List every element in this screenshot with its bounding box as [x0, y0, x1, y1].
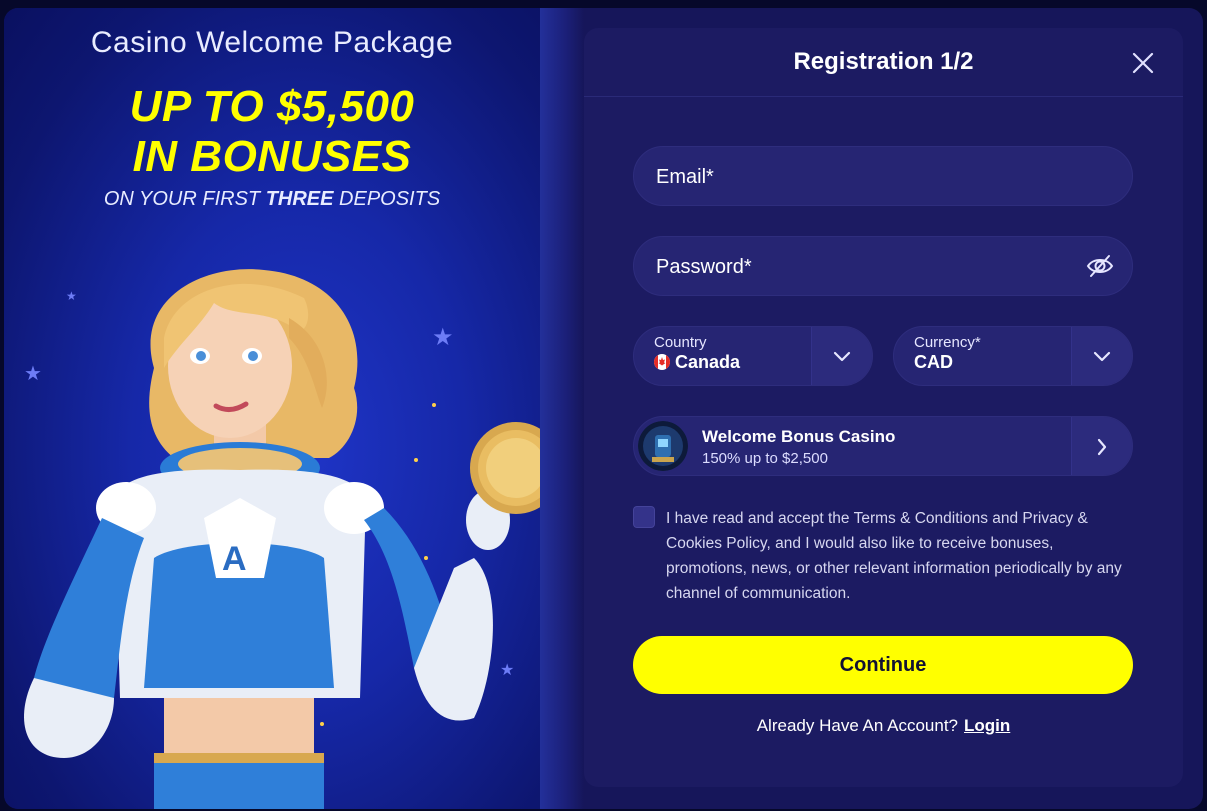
eye-slash-icon[interactable] [1086, 253, 1114, 279]
registration-form-panel: Registration 1/2 Country [584, 28, 1183, 787]
country-label: Country [654, 334, 707, 351]
canada-flag-icon [654, 354, 670, 370]
promo-banner: Casino Welcome Package UP TO $5,500 IN B… [4, 8, 540, 809]
login-prompt-row: Already Have An Account? Login [584, 716, 1183, 736]
email-field [633, 146, 1133, 207]
currency-value: CAD [914, 352, 953, 372]
promo-edge-glow [540, 8, 584, 809]
bonus-expand-button[interactable] [1071, 417, 1132, 475]
bonus-title: Welcome Bonus Casino [702, 427, 896, 446]
email-input[interactable] [654, 147, 1078, 207]
close-icon[interactable] [1130, 50, 1156, 76]
terms-checkbox[interactable] [633, 506, 655, 528]
currency-dropdown-button[interactable] [1071, 327, 1132, 385]
svg-text:A: A [222, 540, 247, 578]
promo-tagline-emphasis: THREE [265, 188, 334, 210]
currency-label: Currency* [914, 334, 981, 351]
hero-character-illustration: A [24, 269, 540, 809]
login-prompt: Already Have An Account? [756, 716, 959, 735]
promo-tagline-suffix: DEPOSITS [333, 188, 441, 210]
country-value-row: Canada [654, 352, 740, 373]
chevron-right-icon [1097, 438, 1107, 456]
chevron-down-icon [833, 351, 851, 362]
bonus-thumbnail [638, 421, 688, 471]
promo-tagline: ON YOUR FIRST THREE DEPOSITS [4, 188, 540, 211]
welcome-bonus-selector[interactable]: Welcome Bonus Casino 150% up to $2,500 [633, 416, 1133, 476]
country-value: Canada [675, 352, 741, 372]
form-header: Registration 1/2 [584, 28, 1183, 97]
login-link[interactable]: Login [964, 716, 1010, 735]
promo-headline-line1: UP TO $5,500 [129, 82, 415, 131]
country-select[interactable]: Country Canada [633, 326, 873, 386]
promo-subtitle: Casino Welcome Package [90, 26, 454, 59]
bonus-description: 150% up to $2,500 [702, 450, 828, 467]
country-dropdown-button[interactable] [811, 327, 872, 385]
continue-button[interactable]: Continue [633, 636, 1133, 694]
terms-text: I have read and accept the Terms & Condi… [666, 510, 1122, 602]
registration-modal: Casino Welcome Package UP TO $5,500 IN B… [4, 8, 1203, 809]
password-input[interactable] [654, 237, 1078, 297]
chevron-down-icon [1093, 351, 1111, 362]
password-field [633, 236, 1133, 297]
promo-headline-line2: IN BONUSES [132, 132, 412, 181]
currency-select[interactable]: Currency* CAD [893, 326, 1133, 386]
promo-tagline-prefix: ON YOUR FIRST [103, 188, 266, 210]
form-title: Registration 1/2 [793, 48, 974, 75]
